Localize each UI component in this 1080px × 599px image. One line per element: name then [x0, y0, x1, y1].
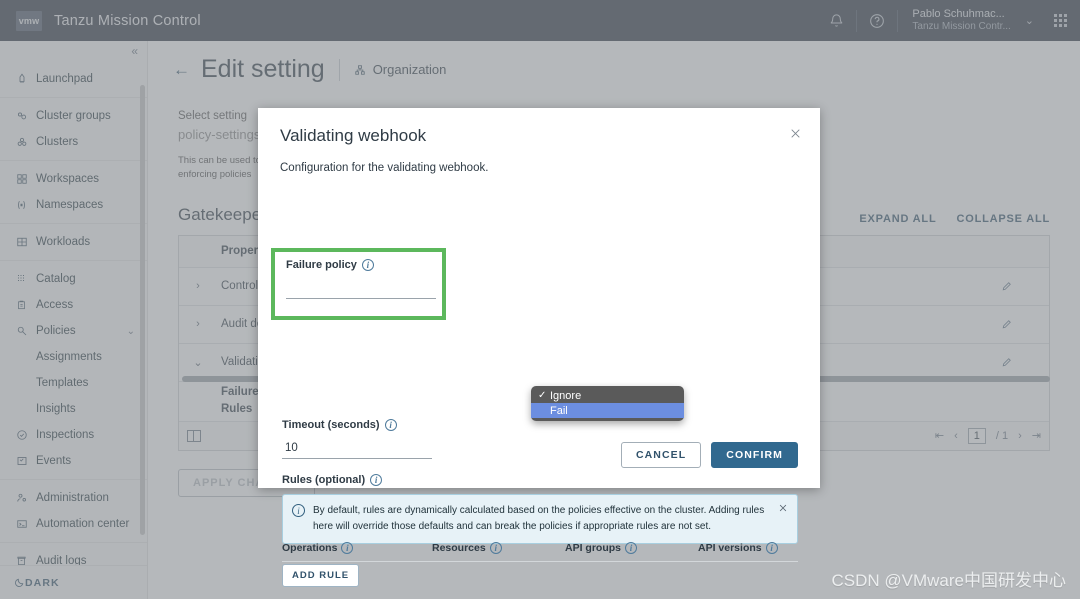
dropdown-option-fail[interactable]: Fail: [531, 403, 684, 418]
failure-policy-label-row: Failure policy i: [286, 259, 442, 271]
rules-label: Rules (optional): [282, 474, 366, 486]
info-icon[interactable]: i: [370, 474, 383, 486]
dropdown-option-label: Fail: [550, 404, 568, 417]
column-label: API versions: [698, 542, 762, 554]
rules-label-row: Rules (optional) i: [282, 474, 383, 486]
failure-policy-dropdown[interactable]: ✓ Ignore Fail: [531, 386, 684, 421]
rules-column-api-groups: API groups i: [565, 542, 698, 554]
rules-info-alert: i By default, rules are dynamically calc…: [282, 494, 798, 544]
modal-subtitle: Configuration for the validating webhook…: [280, 162, 489, 174]
info-icon[interactable]: i: [361, 259, 374, 271]
close-icon: [789, 127, 802, 140]
modal-header: Validating webhook: [258, 108, 820, 146]
timeout-field: [282, 438, 432, 459]
rules-column-api-versions: API versions i: [698, 542, 798, 554]
modal-body: Failure policy i ✓ Ignore Fail Timeout (…: [258, 174, 820, 587]
alert-message: By default, rules are dynamically calcul…: [313, 505, 765, 532]
confirm-button[interactable]: CONFIRM: [711, 442, 798, 468]
app-root: vmw Tanzu Mission Control: [0, 0, 1080, 599]
info-icon[interactable]: i: [341, 542, 354, 554]
column-label: API groups: [565, 542, 622, 554]
rules-column-resources: Resources i: [432, 542, 565, 554]
add-rule-button[interactable]: ADD RULE: [282, 564, 360, 587]
failure-policy-highlight: Failure policy i: [271, 248, 446, 320]
failure-policy-field: Failure policy i: [275, 252, 442, 299]
timeout-input[interactable]: [282, 440, 432, 459]
info-icon[interactable]: i: [765, 542, 778, 554]
validating-webhook-modal: Validating webhook Configuration for the…: [258, 108, 820, 587]
timeout-label-row: Timeout (seconds) i: [282, 419, 397, 431]
alert-close-button[interactable]: [778, 503, 788, 534]
watermark: CSDN @VMware中国研发中心: [831, 571, 1067, 590]
rules-table-header: Operations i Resources i API groups i AP…: [282, 542, 798, 562]
info-icon[interactable]: i: [384, 419, 397, 431]
rules-column-operations: Operations i: [282, 542, 432, 554]
dropdown-option-label: Ignore: [550, 389, 582, 402]
failure-policy-label: Failure policy: [286, 259, 357, 271]
cancel-button[interactable]: CANCEL: [620, 442, 702, 468]
dropdown-option-ignore[interactable]: ✓ Ignore: [531, 388, 684, 403]
info-icon: i: [292, 504, 305, 517]
failure-policy-select[interactable]: [286, 277, 436, 299]
modal-title: Validating webhook: [280, 126, 427, 145]
info-icon[interactable]: i: [489, 542, 502, 554]
info-icon[interactable]: i: [625, 542, 638, 554]
column-label: Resources: [432, 542, 486, 554]
check-icon: ✓: [538, 390, 547, 401]
column-label: Operations: [282, 542, 338, 554]
timeout-label: Timeout (seconds): [282, 419, 380, 431]
modal-close-button[interactable]: [786, 124, 804, 142]
